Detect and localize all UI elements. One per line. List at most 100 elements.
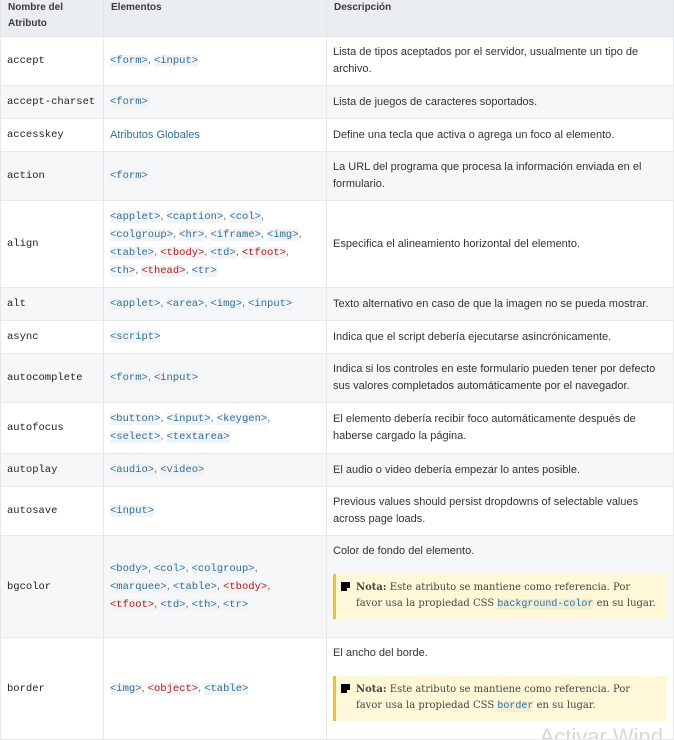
global-attributes-link[interactable]: Atributos Globales <box>110 129 200 141</box>
element-tag-link[interactable]: <img> <box>110 682 142 695</box>
note-text-end: en su lugar. <box>596 598 656 609</box>
separator: , <box>160 297 167 309</box>
attribute-name: bgcolor <box>7 580 52 593</box>
element-tag-link[interactable]: <form> <box>110 170 148 182</box>
elements-cell: <audio>, <video> <box>103 453 327 487</box>
attribute-name-cell: accept <box>0 36 104 86</box>
element-tag-link[interactable]: <applet> <box>110 298 161 310</box>
separator: , <box>254 561 258 574</box>
table-row: action <form> La URL del programa que proc… <box>0 151 674 201</box>
description-cell: Indica que el script debería ejecutarse … <box>326 320 674 354</box>
element-tag-link[interactable]: <video> <box>160 464 205 476</box>
element-tag-link[interactable]: <tfoot> <box>241 247 286 259</box>
element-tag-link[interactable]: <table> <box>110 247 155 259</box>
attribute-name-cell: align <box>0 200 104 288</box>
separator: , <box>210 412 217 424</box>
attribute-name-cell: async <box>0 320 104 354</box>
element-tag-link[interactable]: <col> <box>153 562 186 575</box>
attribute-name: autosave <box>7 505 58 517</box>
element-tag-link[interactable]: <hr> <box>179 229 205 241</box>
elements-cell: <img>, <object>, <table> <box>103 637 327 740</box>
elements-cell: <button>, <input>, <keygen>, <select>, <… <box>103 402 327 454</box>
element-tag-link[interactable]: <form> <box>110 372 148 384</box>
description-cell: Previous values should persist dropdowns… <box>326 486 674 536</box>
element-tag-link[interactable]: <input> <box>153 55 199 67</box>
attribute-name-cell: autocomplete <box>0 353 104 403</box>
attribute-name: autoplay <box>7 464 58 476</box>
attribute-name: action <box>7 170 45 182</box>
deprecation-note: Nota: Este atributo se mantiene como ref… <box>333 676 667 721</box>
element-tag-link[interactable]: <select> <box>110 431 161 443</box>
elements-cell: <applet>, <area>, <img>, <input> <box>103 287 327 321</box>
element-tag-link[interactable]: <thead> <box>141 265 186 277</box>
element-tag-link[interactable]: <col> <box>229 211 261 223</box>
description-cell: Indica si los controles en este formular… <box>326 353 674 403</box>
element-tag-link[interactable]: <keygen> <box>216 413 268 425</box>
note-icon <box>341 582 350 591</box>
element-tag-link[interactable]: <applet> <box>110 211 161 223</box>
separator: , <box>285 246 289 258</box>
element-tag-link[interactable]: <object> <box>147 682 199 695</box>
separator: , <box>185 597 192 610</box>
element-tag-link[interactable]: <form> <box>110 96 148 108</box>
element-tag-link[interactable]: <td> <box>210 247 236 259</box>
element-tag-link[interactable]: <input> <box>166 413 211 425</box>
separator: , <box>185 264 192 276</box>
element-tag-link[interactable]: <tbody> <box>223 580 268 593</box>
element-tag-link[interactable]: <tbody> <box>160 247 205 259</box>
element-tag-link[interactable]: <caption> <box>166 211 224 223</box>
description-text: Lista de juegos de caracteres soportados… <box>333 95 538 108</box>
element-tag-link[interactable]: <tfoot> <box>110 598 155 611</box>
element-tag-link[interactable]: <td> <box>160 598 186 611</box>
description-text: El elemento debería recibir foco automát… <box>333 413 636 442</box>
elements-cell: <applet>, <caption>, <col>, <colgroup>, … <box>103 200 327 288</box>
note-text-end: en su lugar. <box>536 700 596 711</box>
element-tag-link[interactable]: <form> <box>110 55 148 67</box>
element-tag-link[interactable]: <audio> <box>110 464 155 476</box>
element-tag-link[interactable]: <textarea> <box>166 431 230 443</box>
description-cell: El ancho del borde. Nota: Este atributo s… <box>326 637 674 740</box>
attribute-name-cell: autoplay <box>0 453 104 487</box>
attribute-name: alt <box>7 298 26 310</box>
element-tag-link[interactable]: <colgroup> <box>191 562 255 575</box>
element-tag-link[interactable]: <colgroup> <box>110 229 174 241</box>
element-tag-link[interactable]: <body> <box>110 562 148 575</box>
element-tag-link[interactable]: <table> <box>172 580 217 593</box>
element-tag-link[interactable]: <input> <box>153 372 199 384</box>
element-tag-link[interactable]: <area> <box>166 298 205 310</box>
attribute-name-cell: autofocus <box>0 402 104 454</box>
element-tag-link[interactable]: <img> <box>210 298 242 310</box>
separator: , <box>166 579 173 592</box>
element-tag-link[interactable]: <input> <box>248 298 293 310</box>
separator: , <box>267 412 271 424</box>
element-tag-link[interactable]: <th> <box>191 598 217 611</box>
elements-cell: <input> <box>103 486 327 536</box>
header-attribute-name: Nombre del Atributo <box>0 0 104 37</box>
description-text: Texto alternativo en caso de que la imag… <box>333 297 649 310</box>
description-text: La URL del programa que procesa la infor… <box>333 161 642 190</box>
element-tag-link[interactable]: <table> <box>204 682 249 695</box>
table-row: accesskey Atributos Globales Define una te… <box>0 118 674 152</box>
element-tag-link[interactable]: <input> <box>110 505 155 517</box>
element-tag-link[interactable]: <button> <box>110 413 161 425</box>
elements-cell: <form>, <input> <box>103 36 327 86</box>
element-tag-link[interactable]: <th> <box>110 265 136 277</box>
element-tag-link[interactable]: <marquee> <box>110 580 167 593</box>
element-tag-link[interactable]: <iframe> <box>210 229 261 241</box>
css-property-link[interactable]: border <box>497 701 534 712</box>
elements-cell: <form> <box>103 85 327 119</box>
element-tag-link[interactable]: <tr> <box>222 598 249 611</box>
attribute-name-cell: accept-charset <box>0 85 104 119</box>
css-property-link[interactable]: background-color <box>497 599 594 610</box>
description-text: Color de fondo del elemento. <box>333 545 475 557</box>
description-cell: Color de fondo del elemento. Nota: Este a… <box>326 535 674 638</box>
separator: , <box>298 228 302 240</box>
description-cell: Lista de juegos de caracteres soportados… <box>326 85 674 119</box>
description-cell: Define una tecla que activa o agrega un … <box>326 118 674 152</box>
element-tag-link[interactable]: <img> <box>267 229 299 241</box>
element-tag-link[interactable]: <script> <box>110 331 161 343</box>
attribute-name: autocomplete <box>7 372 83 384</box>
element-tag-link[interactable]: <tr> <box>191 265 217 277</box>
activation-watermark: Activar Wind <box>539 724 663 740</box>
table-row: bgcolor <body>, <col>, <colgroup>, <marqu… <box>0 535 674 638</box>
